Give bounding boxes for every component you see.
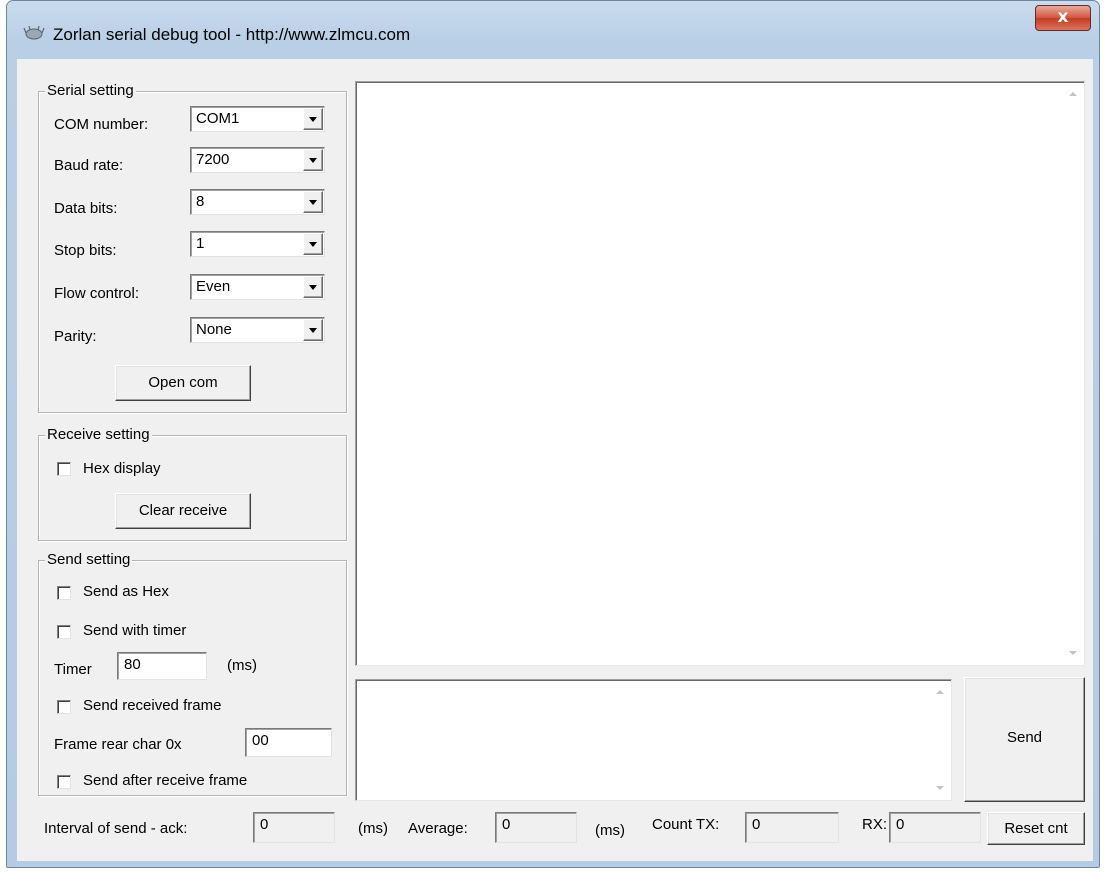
app-window: Zorlan serial debug tool - http://www.zl…: [6, 0, 1100, 868]
window-title: Zorlan serial debug tool - http://www.zl…: [53, 25, 411, 44]
average-unit: (ms): [595, 822, 625, 839]
send-setting-legend: Send setting: [45, 551, 133, 569]
stop-bits-select[interactable]: 1: [190, 231, 325, 257]
frame-rear-char-label: Frame rear char 0x: [54, 736, 182, 753]
send-textarea[interactable]: [355, 679, 952, 801]
stop-bits-value: 1: [196, 235, 205, 252]
send-with-timer-label[interactable]: Send with timer: [83, 622, 186, 640]
timer-label: Timer: [54, 661, 92, 678]
data-bits-select[interactable]: 8: [190, 189, 325, 215]
scroll-up-icon[interactable]: [936, 690, 944, 694]
send-as-hex-checkbox[interactable]: [57, 586, 71, 600]
send-after-receive-frame-checkbox[interactable]: [57, 775, 71, 789]
clear-receive-button[interactable]: Clear receive: [115, 493, 251, 529]
timer-input[interactable]: 80: [117, 652, 207, 680]
app-icon: [23, 25, 45, 40]
hex-display-label[interactable]: Hex display: [83, 460, 161, 478]
send-with-timer-checkbox[interactable]: [57, 625, 71, 639]
scroll-down-icon[interactable]: [936, 786, 944, 790]
count-tx-value-field: 0: [745, 812, 839, 843]
data-bits-dropdown-button[interactable]: [303, 191, 323, 213]
flow-control-dropdown-button[interactable]: [303, 276, 323, 298]
send-received-frame-checkbox[interactable]: [57, 700, 71, 714]
flow-control-value: Even: [196, 278, 231, 295]
parity-dropdown-button[interactable]: [303, 319, 323, 341]
frame-rear-char-input[interactable]: 00: [245, 728, 332, 757]
receive-textarea[interactable]: [355, 81, 1085, 666]
data-bits-value: 8: [196, 193, 205, 210]
flow-control-select[interactable]: Even: [190, 274, 325, 300]
close-button[interactable]: x: [1035, 5, 1091, 31]
interval-value-field: 0: [253, 812, 335, 843]
chevron-down-icon: [309, 117, 317, 122]
count-tx-label: Count TX:: [652, 816, 720, 833]
data-bits-label: Data bits:: [54, 200, 118, 217]
send-button[interactable]: Send: [964, 677, 1085, 802]
reset-count-button[interactable]: Reset cnt: [987, 812, 1085, 845]
send-scrollbar[interactable]: [932, 682, 949, 798]
stop-bits-dropdown-button[interactable]: [303, 233, 323, 255]
stop-bits-label: Stop bits:: [54, 242, 117, 259]
hex-display-checkbox[interactable]: [57, 462, 71, 476]
baud-rate-label: Baud rate:: [54, 157, 124, 174]
com-number-select[interactable]: COM1: [190, 106, 325, 132]
rx-label: RX:: [862, 816, 888, 833]
parity-value: None: [196, 321, 232, 338]
send-button-label: Send: [1006, 729, 1043, 746]
com-number-dropdown-button[interactable]: [303, 108, 323, 130]
average-value-field: 0: [495, 812, 577, 843]
serial-setting-legend: Serial setting: [45, 82, 136, 100]
scroll-down-icon[interactable]: [1069, 651, 1077, 655]
com-number-label: COM number:: [54, 116, 149, 133]
interval-label: Interval of send - ack:: [44, 820, 188, 837]
parity-select[interactable]: None: [190, 317, 325, 343]
clear-receive-label: Clear receive: [138, 502, 228, 519]
receive-setting-legend: Receive setting: [45, 426, 152, 444]
send-received-frame-label[interactable]: Send received frame: [83, 697, 221, 715]
baud-rate-value: 7200: [196, 151, 230, 168]
com-number-value: COM1: [196, 110, 240, 127]
interval-unit: (ms): [358, 820, 388, 837]
reset-count-label: Reset cnt: [1004, 820, 1068, 837]
parity-label: Parity:: [54, 328, 97, 345]
baud-rate-select[interactable]: 7200: [190, 147, 325, 173]
timer-unit: (ms): [227, 657, 257, 674]
average-label: Average:: [408, 820, 468, 837]
close-icon: x: [1057, 7, 1069, 27]
scroll-up-icon[interactable]: [1069, 92, 1077, 96]
chevron-down-icon: [309, 200, 317, 205]
client-area: Serial setting COM number: COM1 Baud rat…: [17, 59, 1093, 861]
flow-control-label: Flow control:: [54, 285, 140, 302]
chevron-down-icon: [309, 328, 317, 333]
chevron-down-icon: [309, 242, 317, 247]
rx-value-field: 0: [889, 812, 981, 843]
receive-scrollbar[interactable]: [1065, 84, 1082, 663]
send-after-receive-frame-label[interactable]: Send after receive frame: [83, 772, 247, 790]
chevron-down-icon: [309, 158, 317, 163]
open-com-label: Open com: [148, 374, 218, 391]
chevron-down-icon: [309, 285, 317, 290]
title-bar[interactable]: Zorlan serial debug tool - http://www.zl…: [7, 1, 1099, 55]
open-com-button[interactable]: Open com: [115, 365, 251, 401]
baud-rate-dropdown-button[interactable]: [303, 149, 323, 171]
send-as-hex-label[interactable]: Send as Hex: [83, 583, 169, 601]
